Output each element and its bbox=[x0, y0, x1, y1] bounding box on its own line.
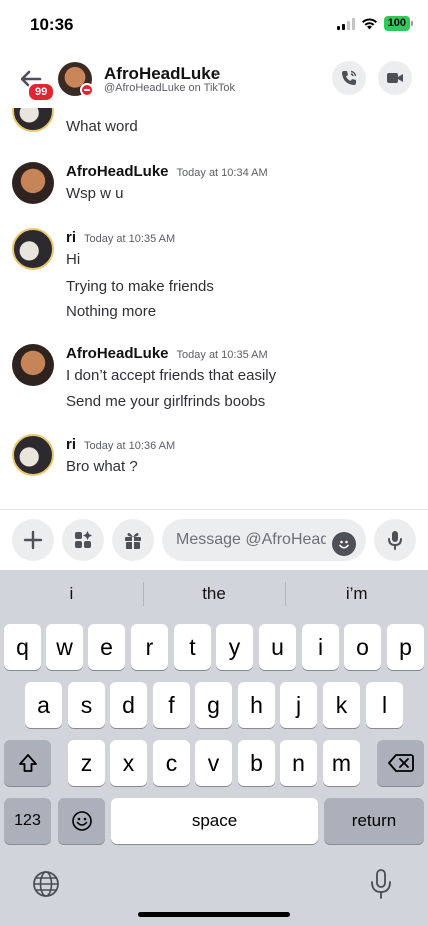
key-z[interactable]: z bbox=[68, 740, 105, 786]
chevron-right-icon: › bbox=[214, 64, 219, 81]
key-j[interactable]: j bbox=[280, 682, 317, 728]
message-text: Trying to make friends bbox=[66, 278, 214, 295]
status-bar: 10:36 100 bbox=[0, 0, 428, 50]
message-text: Hi bbox=[66, 251, 81, 268]
message-text: Send me your girlfrinds boobs bbox=[66, 393, 266, 410]
home-indicator[interactable] bbox=[138, 912, 290, 917]
dm-header: 99 AfroHeadLuke › @AfroHeadLuke on TikTo… bbox=[0, 50, 428, 108]
video-call-button[interactable] bbox=[378, 61, 412, 95]
key-m[interactable]: m bbox=[323, 740, 360, 786]
emoji-key[interactable] bbox=[58, 798, 105, 844]
key-n[interactable]: n bbox=[280, 740, 317, 786]
timestamp: Today at 10:35 AM bbox=[84, 233, 176, 245]
author-name[interactable]: ri bbox=[66, 436, 76, 453]
plus-icon bbox=[23, 530, 43, 550]
status-time: 10:36 bbox=[30, 15, 74, 34]
key-t[interactable]: t bbox=[174, 624, 211, 670]
avatar[interactable] bbox=[12, 108, 54, 132]
delete-key[interactable] bbox=[377, 740, 424, 786]
key-r[interactable]: r bbox=[131, 624, 168, 670]
message-text: I don’t accept friends that easily bbox=[66, 367, 277, 384]
key-y[interactable]: y bbox=[216, 624, 253, 670]
message-text: Wsp w u bbox=[66, 185, 124, 202]
battery-indicator: 100 bbox=[383, 16, 414, 31]
avatar[interactable] bbox=[12, 344, 54, 386]
globe-icon bbox=[33, 871, 59, 897]
key-u[interactable]: u bbox=[259, 624, 296, 670]
dictation-button[interactable] bbox=[365, 867, 397, 901]
key-p[interactable]: p bbox=[387, 624, 424, 670]
avatar[interactable] bbox=[12, 434, 54, 476]
avatar[interactable] bbox=[12, 228, 54, 270]
apps-icon bbox=[75, 531, 92, 548]
message-header: AfroHeadLuke Today at 10:35 AM bbox=[66, 345, 268, 362]
timestamp: Today at 10:35 AM bbox=[176, 349, 268, 361]
keyboard: i the i’m q w e r t y u i o p a s d f g … bbox=[0, 570, 428, 926]
message-list[interactable]: What word AfroHeadLuke Today at 10:34 AM… bbox=[0, 108, 428, 510]
message-header: AfroHeadLuke Today at 10:34 AM bbox=[66, 163, 268, 180]
space-key[interactable]: space bbox=[111, 798, 318, 844]
key-f[interactable]: f bbox=[153, 682, 190, 728]
globe-button[interactable] bbox=[30, 868, 62, 900]
emoji-icon bbox=[339, 540, 349, 549]
wifi-icon bbox=[361, 18, 377, 30]
emoji-button[interactable] bbox=[332, 532, 356, 556]
key-e[interactable]: e bbox=[88, 624, 125, 670]
shift-key[interactable] bbox=[4, 740, 51, 786]
numbers-key[interactable]: 123 bbox=[4, 798, 51, 844]
header-username[interactable]: AfroHeadLuke bbox=[104, 64, 220, 84]
author-name[interactable]: AfroHeadLuke bbox=[66, 163, 169, 180]
suggestion[interactable]: i’m bbox=[285, 570, 428, 618]
phone-icon bbox=[342, 70, 357, 85]
timestamp: Today at 10:36 AM bbox=[84, 440, 176, 452]
key-x[interactable]: x bbox=[110, 740, 147, 786]
microphone-icon bbox=[388, 531, 402, 550]
message-header: ri Today at 10:35 AM bbox=[66, 229, 175, 246]
key-i[interactable]: i bbox=[302, 624, 339, 670]
key-k[interactable]: k bbox=[323, 682, 360, 728]
emoji-icon bbox=[71, 811, 92, 831]
key-s[interactable]: s bbox=[68, 682, 105, 728]
backspace-icon bbox=[387, 754, 414, 772]
message-text: Nothing more bbox=[66, 303, 157, 320]
key-q[interactable]: q bbox=[4, 624, 41, 670]
key-b[interactable]: b bbox=[238, 740, 275, 786]
unread-badge: 99 bbox=[27, 82, 56, 102]
author-name[interactable]: ri bbox=[66, 229, 76, 246]
dnd-status-icon bbox=[80, 83, 94, 97]
voice-message-button[interactable] bbox=[374, 519, 416, 561]
suggestion[interactable]: i bbox=[0, 570, 143, 618]
gift-button[interactable] bbox=[112, 519, 154, 561]
apps-button[interactable] bbox=[62, 519, 104, 561]
author-name[interactable]: AfroHeadLuke bbox=[66, 345, 169, 362]
key-o[interactable]: o bbox=[344, 624, 381, 670]
key-d[interactable]: d bbox=[110, 682, 147, 728]
key-l[interactable]: l bbox=[366, 682, 403, 728]
shift-icon bbox=[18, 754, 37, 772]
key-a[interactable]: a bbox=[25, 682, 62, 728]
avatar[interactable] bbox=[12, 162, 54, 204]
video-camera-icon bbox=[387, 73, 403, 83]
key-g[interactable]: g bbox=[195, 682, 232, 728]
message-composer bbox=[0, 510, 428, 570]
message-text: What word bbox=[66, 118, 138, 135]
predictive-bar: i the i’m bbox=[0, 570, 428, 618]
message-header: ri Today at 10:36 AM bbox=[66, 436, 175, 453]
voice-call-button[interactable] bbox=[332, 61, 366, 95]
return-key[interactable]: return bbox=[324, 798, 424, 844]
dictation-icon bbox=[371, 869, 391, 899]
header-subtitle: @AfroHeadLuke on TikTok bbox=[104, 82, 236, 94]
status-icons: 100 bbox=[336, 16, 414, 31]
key-v[interactable]: v bbox=[195, 740, 232, 786]
cellular-signal-icon bbox=[336, 17, 355, 30]
key-w[interactable]: w bbox=[46, 624, 83, 670]
key-h[interactable]: h bbox=[238, 682, 275, 728]
key-c[interactable]: c bbox=[153, 740, 190, 786]
suggestion[interactable]: the bbox=[142, 570, 286, 618]
gift-icon bbox=[125, 533, 141, 549]
add-attachment-button[interactable] bbox=[12, 519, 54, 561]
message-text: Bro what ? bbox=[66, 458, 138, 475]
timestamp: Today at 10:34 AM bbox=[176, 167, 268, 179]
